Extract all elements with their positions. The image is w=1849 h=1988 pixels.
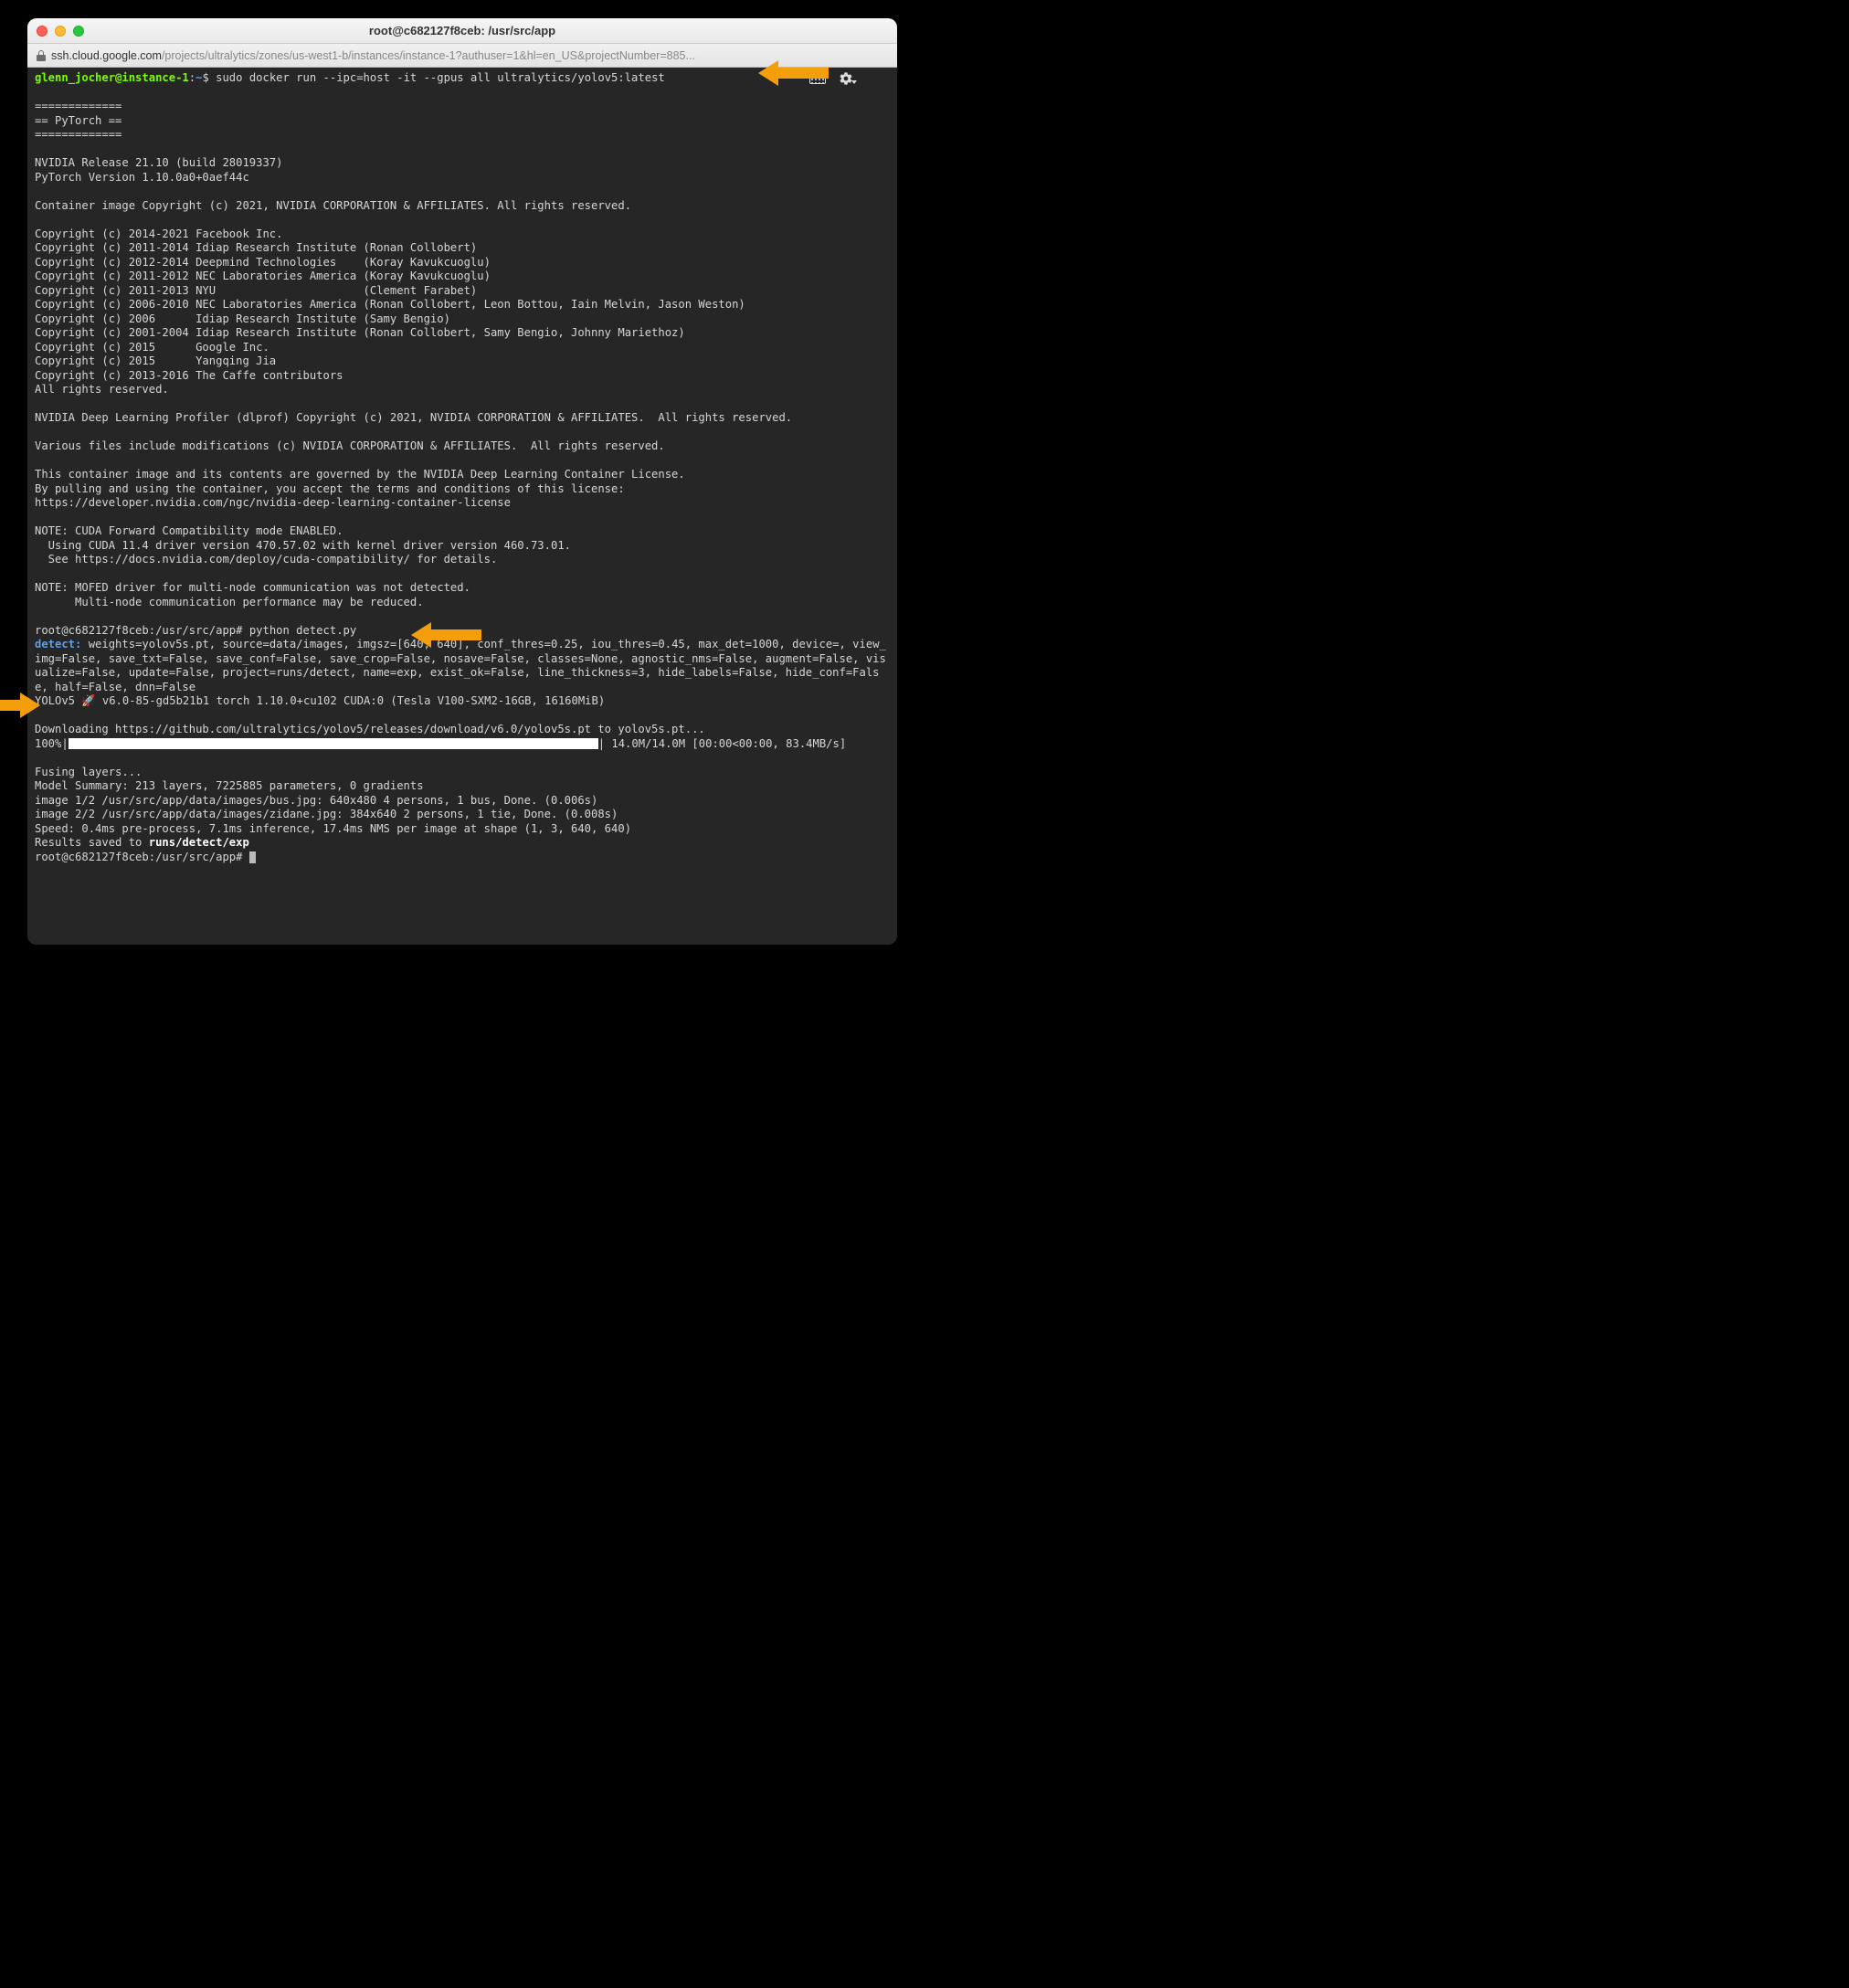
copyright-line: Container image Copyright (c) 2021, NVID…	[35, 199, 631, 212]
banner-line: =============	[35, 100, 122, 112]
copyright-line: Copyright (c) 2011-2013 NYU (Clement Far…	[35, 284, 477, 297]
close-icon[interactable]	[37, 26, 48, 37]
speed-line: Speed: 0.4ms pre-process, 7.1ms inferenc…	[35, 822, 631, 835]
gear-icon	[839, 71, 853, 86]
copyright-line: Copyright (c) 2006-2010 NEC Laboratories…	[35, 298, 745, 311]
results-saved: Results saved to	[35, 836, 149, 849]
yolo-version-line: YOLOv5 🚀 v6.0-85-gd5b21b1 torch 1.10.0+c…	[35, 694, 605, 707]
license-line: By pulling and using the container, you …	[35, 482, 625, 495]
image-result: image 2/2 /usr/src/app/data/images/zidan…	[35, 808, 618, 820]
progress-bar	[69, 738, 598, 749]
note-line: Using CUDA 11.4 driver version 470.57.02…	[35, 539, 571, 552]
detect-label: detect:	[35, 638, 81, 650]
license-line: https://developer.nvidia.com/ngc/nvidia-…	[35, 496, 511, 509]
annotation-arrow	[758, 60, 829, 86]
progress-tail: 14.0M/14.0M [00:00<00:00, 83.4MB/s]	[605, 737, 846, 750]
dlprof-line: NVIDIA Deep Learning Profiler (dlprof) C…	[35, 411, 792, 424]
results-path: runs/detect/exp	[149, 836, 249, 849]
copyright-line: Copyright (c) 2015 Google Inc.	[35, 341, 269, 354]
banner-line: == PyTorch ==	[35, 114, 122, 127]
window-controls	[37, 26, 84, 37]
python-detect-command: python detect.py	[249, 624, 356, 637]
banner-line: =============	[35, 128, 122, 141]
prompt-user-host: glenn_jocher@instance-1	[35, 71, 189, 84]
settings-menu[interactable]	[839, 71, 857, 86]
url-host: ssh.cloud.google.com	[51, 49, 162, 62]
copyright-line: All rights reserved.	[35, 383, 169, 396]
annotation-arrow	[411, 622, 481, 648]
minimize-icon[interactable]	[55, 26, 66, 37]
container-prompt: root@c682127f8ceb:/usr/src/app#	[35, 624, 249, 637]
cursor	[249, 851, 256, 863]
note-line: NOTE: CUDA Forward Compatibility mode EN…	[35, 524, 343, 537]
container-prompt: root@c682127f8ceb:/usr/src/app#	[35, 851, 249, 863]
copyright-line: Copyright (c) 2013-2016 The Caffe contri…	[35, 369, 343, 382]
pytorch-version: PyTorch Version 1.10.0a0+0aef44c	[35, 171, 249, 184]
license-line: This container image and its contents ar…	[35, 468, 685, 481]
window-title: root@c682127f8ceb: /usr/src/app	[27, 24, 897, 37]
copyright-line: Copyright (c) 2011-2014 Idiap Research I…	[35, 241, 477, 254]
various-line: Various files include modifications (c) …	[35, 439, 665, 452]
browser-window: root@c682127f8ceb: /usr/src/app ssh.clou…	[27, 18, 897, 945]
download-line: Downloading https://github.com/ultralyti…	[35, 723, 705, 735]
model-summary: Model Summary: 213 layers, 7225885 param…	[35, 779, 424, 792]
url-path: /projects/ultralytics/zones/us-west1-b/i…	[162, 49, 695, 62]
lock-icon	[37, 50, 46, 61]
note-line: NOTE: MOFED driver for multi-node commun…	[35, 581, 470, 594]
copyright-line: Copyright (c) 2015 Yangqing Jia	[35, 354, 276, 367]
note-line: Multi-node communication performance may…	[35, 596, 424, 608]
fullscreen-icon[interactable]	[73, 26, 84, 37]
progress-pct: 100%	[35, 737, 61, 750]
copyright-line: Copyright (c) 2014-2021 Facebook Inc.	[35, 227, 283, 240]
copyright-line: Copyright (c) 2012-2014 Deepmind Technol…	[35, 256, 491, 269]
image-result: image 1/2 /usr/src/app/data/images/bus.j…	[35, 794, 597, 807]
docker-run-command: sudo docker run --ipc=host -it --gpus al…	[209, 71, 665, 84]
copyright-line: Copyright (c) 2006 Idiap Research Instit…	[35, 312, 450, 325]
note-line: See https://docs.nvidia.com/deploy/cuda-…	[35, 553, 497, 566]
copyright-line: Copyright (c) 2011-2012 NEC Laboratories…	[35, 270, 491, 282]
fusing-line: Fusing layers...	[35, 766, 142, 778]
nvidia-release: NVIDIA Release 21.10 (build 28019337)	[35, 156, 283, 169]
titlebar: root@c682127f8ceb: /usr/src/app	[27, 18, 897, 44]
copyright-line: Copyright (c) 2001-2004 Idiap Research I…	[35, 326, 685, 339]
terminal[interactable]: glenn_jocher@instance-1:~$ sudo docker r…	[27, 68, 897, 945]
annotation-arrow	[0, 693, 40, 718]
